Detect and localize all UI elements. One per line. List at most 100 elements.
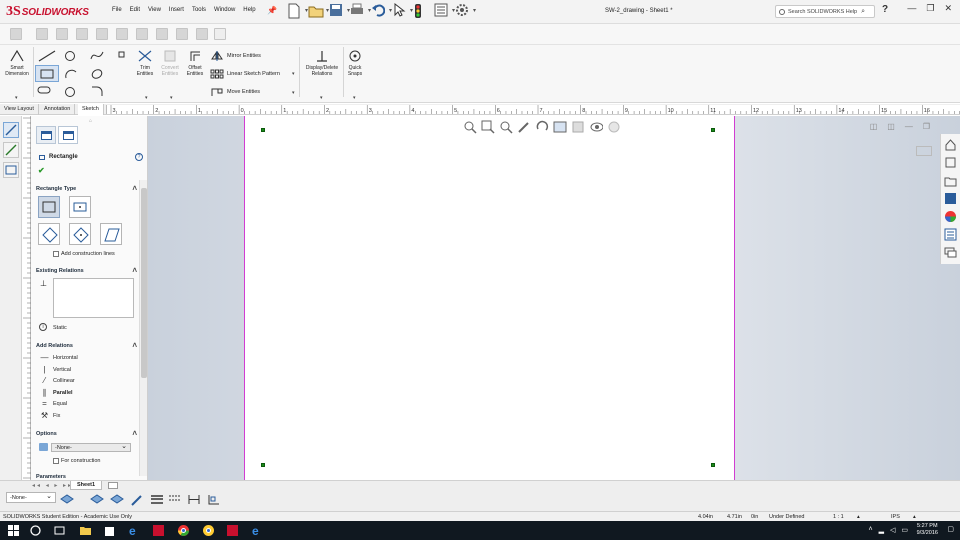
smart-dimension-side-icon[interactable] xyxy=(3,142,19,158)
layer-properties-icon[interactable] xyxy=(60,493,74,506)
point-icon[interactable] xyxy=(118,51,126,59)
pin-menu-icon[interactable]: 📌 xyxy=(267,6,277,15)
add-sheet-icon[interactable] xyxy=(108,482,118,489)
three-point-center-button[interactable] xyxy=(69,223,91,245)
sketch-tool-icon[interactable] xyxy=(3,122,19,138)
design-library-icon[interactable] xyxy=(944,174,957,187)
internet-explorer-icon[interactable]: e xyxy=(251,524,264,537)
cortana-search-icon[interactable] xyxy=(29,524,42,537)
convert-dropdown-icon[interactable]: ▾ xyxy=(170,95,173,101)
task-view-icon[interactable] xyxy=(53,524,66,537)
solidworks-active-taskbar-icon[interactable] xyxy=(226,524,239,537)
sheet-corner-point[interactable] xyxy=(711,128,715,132)
solidworks-taskbar-icon[interactable] xyxy=(152,524,165,537)
fillet-sketch-icon[interactable] xyxy=(90,85,104,97)
add-relations-group[interactable]: Add Relations ˄ xyxy=(36,341,137,350)
minimize-icon[interactable]: — xyxy=(907,3,916,14)
rectangle-type-group[interactable]: Rectangle Type ˄ xyxy=(36,184,137,193)
chrome-icon[interactable] xyxy=(177,524,190,537)
three-point-corner-button[interactable] xyxy=(38,223,60,245)
line-icon[interactable] xyxy=(37,49,57,63)
corner-rectangle-button[interactable] xyxy=(38,196,60,218)
sheet-tab[interactable]: Sheet1 xyxy=(70,481,103,490)
search-icon[interactable]: ⌕ xyxy=(861,8,865,16)
existing-relations-group[interactable]: Existing Relations ˄ xyxy=(36,266,137,275)
ruler-tool-icon[interactable] xyxy=(214,28,226,40)
offset-entities-button[interactable]: Offset Entities xyxy=(183,49,207,77)
color-display-mode-icon[interactable] xyxy=(207,493,221,506)
windows-start-icon[interactable] xyxy=(7,524,20,537)
notification-icon[interactable]: ▢ xyxy=(947,525,954,533)
display-delete-relations-button[interactable]: Display/Delete Relations xyxy=(302,49,342,77)
feature-tree-tab[interactable] xyxy=(58,126,78,144)
previous-view-icon[interactable] xyxy=(499,120,513,134)
trim-entities-button[interactable]: Trim Entities xyxy=(134,49,156,77)
menu-insert[interactable]: Insert xyxy=(169,7,184,13)
tab-view-layout[interactable]: View Layout xyxy=(0,104,39,115)
smart-dimension-button[interactable]: Smart Dimension xyxy=(3,49,31,77)
gfx-restore-icon[interactable]: ❐ xyxy=(923,122,930,131)
rotate-view-icon[interactable] xyxy=(535,120,549,134)
layer-select[interactable]: -None- xyxy=(51,442,131,452)
polygon-icon[interactable] xyxy=(64,86,76,98)
edge-browser-icon[interactable]: e xyxy=(128,524,141,537)
pattern-dropdown-icon[interactable]: ▾ xyxy=(292,71,295,77)
help-question-icon[interactable]: ? xyxy=(882,4,888,15)
move-entities-button[interactable]: Move Entities xyxy=(210,87,260,97)
line-style-icon[interactable] xyxy=(168,493,182,506)
drawing-sheet[interactable] xyxy=(244,116,735,480)
graphics-area[interactable]: ◫ ◫ — ❐ xyxy=(148,116,960,480)
resources-icon[interactable] xyxy=(944,156,957,169)
sketch-icon[interactable] xyxy=(10,28,22,40)
collapse-chevron-icon[interactable]: ˄ xyxy=(132,429,137,438)
property-manager-tab[interactable] xyxy=(36,126,56,144)
help-search-input[interactable]: Search SOLIDWORKS Help ⌕ xyxy=(775,5,875,18)
tile-left-icon[interactable]: ◫ xyxy=(870,122,878,131)
line-thickness-icon[interactable] xyxy=(150,493,164,506)
file-properties-icon[interactable] xyxy=(434,3,455,19)
smart-dimension-dropdown-icon[interactable]: ▾ xyxy=(15,95,18,101)
undo-icon[interactable] xyxy=(371,3,392,19)
ellipse-icon[interactable] xyxy=(90,67,104,81)
menu-window[interactable]: Window xyxy=(214,7,235,13)
ok-check-icon[interactable]: ✔ xyxy=(38,166,45,175)
slot-icon[interactable] xyxy=(37,85,51,95)
tab-annotation[interactable]: Annotation xyxy=(40,104,76,115)
solidworks-logo[interactable]: 3S SOLIDWORKS xyxy=(6,4,89,20)
sheet-corner-point[interactable] xyxy=(711,463,715,467)
layer-dropdown[interactable]: -None- xyxy=(6,492,56,503)
spline-icon[interactable] xyxy=(90,49,104,63)
confirmation-corner-icon[interactable] xyxy=(916,146,932,156)
sheet-corner-point[interactable] xyxy=(261,128,265,132)
menu-file[interactable]: File xyxy=(112,7,122,13)
zoom-to-area-icon[interactable] xyxy=(481,120,495,134)
tile-right-icon[interactable]: ◫ xyxy=(887,122,895,131)
collapse-chevron-icon[interactable]: ˄ xyxy=(132,184,137,193)
sheet-corner-point[interactable] xyxy=(261,463,265,467)
add-construction-lines-checkbox[interactable] xyxy=(53,251,59,257)
hide-show-edges-icon[interactable] xyxy=(187,493,201,506)
parallelogram-button[interactable] xyxy=(100,223,122,245)
for-construction-checkbox[interactable] xyxy=(53,458,59,464)
custom-properties-icon[interactable] xyxy=(944,228,957,241)
menu-view[interactable]: View xyxy=(148,7,161,13)
close-icon[interactable]: ✕ xyxy=(944,3,952,14)
rectangle-tool-button[interactable] xyxy=(35,65,59,82)
collapse-chevron-icon[interactable]: ˄ xyxy=(132,266,137,275)
move-dropdown-icon[interactable]: ▾ xyxy=(292,90,295,96)
mirror-entities-button[interactable]: Mirror Entities xyxy=(210,51,261,61)
save-icon[interactable] xyxy=(329,3,350,19)
pm-help-icon[interactable]: ? xyxy=(135,153,143,161)
tab-sketch[interactable]: Sketch xyxy=(78,104,104,115)
menu-edit[interactable]: Edit xyxy=(130,7,140,13)
select-cursor-icon[interactable] xyxy=(392,2,413,19)
pm-scroll-thumb[interactable] xyxy=(141,188,147,378)
view-palette-icon[interactable] xyxy=(944,210,957,223)
zoom-to-fit-icon[interactable] xyxy=(463,120,477,134)
open-folder-icon[interactable] xyxy=(308,3,329,19)
unit-system[interactable]: IPS xyxy=(891,514,900,520)
view-orientation-icon[interactable] xyxy=(553,120,567,134)
rebuild-icon[interactable] xyxy=(413,3,429,19)
gfx-minimize-icon[interactable]: — xyxy=(905,122,913,131)
existing-relations-list[interactable] xyxy=(53,278,134,318)
